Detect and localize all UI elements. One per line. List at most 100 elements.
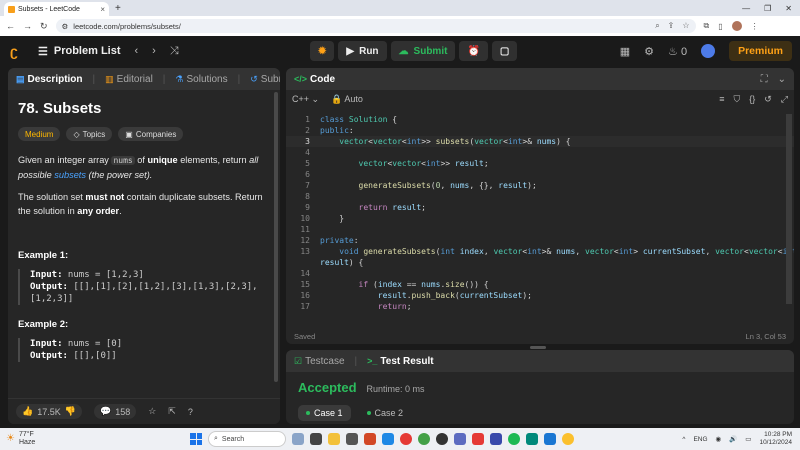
tab-solutions[interactable]: ⚗ Solutions: [175, 74, 227, 85]
back-icon[interactable]: ←: [6, 21, 15, 31]
close-window-icon[interactable]: ✕: [785, 4, 792, 13]
widgets-icon[interactable]: [292, 433, 304, 445]
volume-icon[interactable]: 🔊: [729, 435, 737, 443]
user-avatar[interactable]: [701, 44, 716, 58]
leetcode-logo-icon[interactable]: ʗ: [10, 43, 24, 59]
settings-gear-icon[interactable]: ⚙: [644, 45, 654, 58]
autocomplete-mode[interactable]: 🔒 Auto: [331, 94, 363, 105]
new-tab-icon[interactable]: +: [115, 3, 121, 14]
description-tabs: ▤ Description | ▥ Editorial | ⚗ Solutions |…: [8, 68, 280, 90]
help-icon[interactable]: ?: [188, 407, 193, 417]
battery-icon[interactable]: ▭: [745, 435, 751, 443]
app-icon[interactable]: [526, 433, 538, 445]
thumbs-up-icon[interactable]: 👍: [22, 406, 33, 417]
taskbar-search[interactable]: ⌕ Search: [208, 431, 286, 447]
share-icon[interactable]: ⇪: [668, 21, 675, 31]
profile-avatar[interactable]: [731, 21, 742, 31]
bookmark-icon[interactable]: ⛉: [733, 94, 740, 105]
tab-submissions[interactable]: ↺Submissions: [250, 74, 280, 85]
reset-icon[interactable]: ↺: [764, 94, 772, 105]
language-indicator[interactable]: ENG: [693, 436, 707, 443]
streak-counter[interactable]: ♨ 0: [668, 45, 687, 58]
spotify-icon[interactable]: [508, 433, 520, 445]
bug-icon: ✹: [318, 45, 327, 57]
app-icon[interactable]: [436, 433, 448, 445]
minimize-icon[interactable]: —: [742, 4, 750, 13]
next-problem-icon[interactable]: ›: [152, 45, 156, 57]
problem-statement: Given an integer array nums of unique el…: [18, 153, 270, 182]
example-output-label: Output:: [30, 282, 68, 292]
run-button[interactable]: ▶ Run: [338, 41, 387, 61]
app-icon[interactable]: [490, 433, 502, 445]
timer-button[interactable]: ⏰: [459, 41, 488, 61]
zoom-icon[interactable]: ⌕: [655, 21, 659, 31]
address-bar[interactable]: ⚙ leetcode.com/problems/subsets/ ⌕ ⇪ ☆: [55, 19, 696, 33]
problem-description: 78. Subsets Medium ◇ Topics ▣ Companies Gi…: [8, 90, 280, 372]
weather-temp: 77°F: [18, 431, 34, 438]
menu-kebab-icon[interactable]: ⋮: [751, 22, 759, 31]
format-icon[interactable]: ≡: [719, 94, 724, 105]
prev-problem-icon[interactable]: ‹: [135, 45, 139, 57]
code-editor[interactable]: 1 class Solution { 2 public: 3 vector<vect…: [286, 112, 794, 320]
app-icon[interactable]: [346, 433, 358, 445]
app-icon[interactable]: [418, 433, 430, 445]
share-icon[interactable]: ⇱: [168, 406, 176, 417]
browser-tab[interactable]: Subsets - LeetCode ×: [4, 2, 109, 16]
task-view-icon[interactable]: [310, 433, 322, 445]
case-2-tab[interactable]: Case 2: [359, 405, 412, 421]
chrome-icon[interactable]: [400, 433, 412, 445]
braces-icon[interactable]: {}: [749, 94, 755, 105]
site-info-icon[interactable]: ⚙: [62, 22, 69, 31]
vscode-icon[interactable]: [544, 433, 556, 445]
panel-resize-handle[interactable]: [530, 346, 546, 349]
layout-grid-icon[interactable]: ▦: [620, 45, 630, 58]
favorite-star-icon[interactable]: ☆: [148, 406, 156, 417]
close-tab-icon[interactable]: ×: [100, 5, 105, 14]
problem-list-button[interactable]: ☰ Problem List: [38, 45, 121, 58]
sidepanel-icon[interactable]: ▯: [718, 22, 722, 31]
app-icon[interactable]: [382, 433, 394, 445]
editor-scrollbar[interactable]: [786, 114, 792, 304]
description-panel: ▤ Description | ▥ Editorial | ⚗ Solutions |…: [8, 68, 280, 424]
debug-button[interactable]: ✹: [310, 41, 335, 61]
submit-button[interactable]: ☁ Submit: [390, 41, 456, 61]
forward-icon[interactable]: →: [23, 21, 32, 31]
collapse-panel-icon[interactable]: ⌄: [778, 74, 786, 85]
app-icon[interactable]: [472, 433, 484, 445]
taskbar-clock[interactable]: 10:28 PM 10/12/2024: [759, 431, 792, 447]
topics-badge[interactable]: ◇ Topics: [66, 127, 113, 141]
tab-description[interactable]: ▤ Description: [16, 74, 83, 85]
windows-start-icon[interactable]: [190, 433, 202, 445]
reload-icon[interactable]: ↻: [40, 21, 48, 32]
app-icon[interactable]: [454, 433, 466, 445]
comments-button[interactable]: 💬 158: [93, 404, 137, 419]
chrome-active-icon[interactable]: [562, 433, 574, 445]
maximize-icon[interactable]: ❐: [764, 4, 771, 13]
random-problem-icon[interactable]: ⤨: [170, 45, 179, 58]
like-dislike-group: 👍 17.5K 👎: [16, 404, 82, 419]
weather-widget[interactable]: ☀ 77°F Haze: [6, 431, 35, 447]
language-select[interactable]: C++ ⌄: [292, 94, 319, 105]
tray-chevron-icon[interactable]: ^: [682, 436, 685, 443]
tab-test-result[interactable]: >_ Test Result: [367, 356, 433, 367]
notes-button[interactable]: ▢: [491, 41, 518, 61]
list-icon: ☰: [38, 45, 48, 58]
code-tab[interactable]: </> Code: [294, 74, 335, 85]
maximize-panel-icon[interactable]: ⛶: [761, 74, 768, 85]
file-explorer-icon[interactable]: [328, 433, 340, 445]
description-scrollbar[interactable]: [274, 92, 278, 382]
extensions-icon[interactable]: ⧉: [704, 21, 710, 31]
case-1-tab[interactable]: Case 1: [298, 405, 351, 421]
bookmark-star-icon[interactable]: ☆: [682, 21, 689, 31]
statement-text: Given an integer array: [18, 155, 112, 165]
tab-testcase[interactable]: ☑ Testcase: [294, 356, 345, 367]
premium-button[interactable]: Premium: [729, 41, 792, 61]
tab-editorial[interactable]: ▥ Editorial: [105, 74, 153, 85]
subsets-link[interactable]: subsets: [54, 170, 86, 180]
companies-badge[interactable]: ▣ Companies: [118, 127, 184, 141]
code-line: 4: [305, 148, 310, 157]
thumbs-down-icon[interactable]: 👎: [65, 406, 76, 417]
app-icon[interactable]: [364, 433, 376, 445]
wifi-icon[interactable]: ◉: [716, 435, 722, 443]
fullscreen-icon[interactable]: ⤢: [781, 94, 788, 105]
